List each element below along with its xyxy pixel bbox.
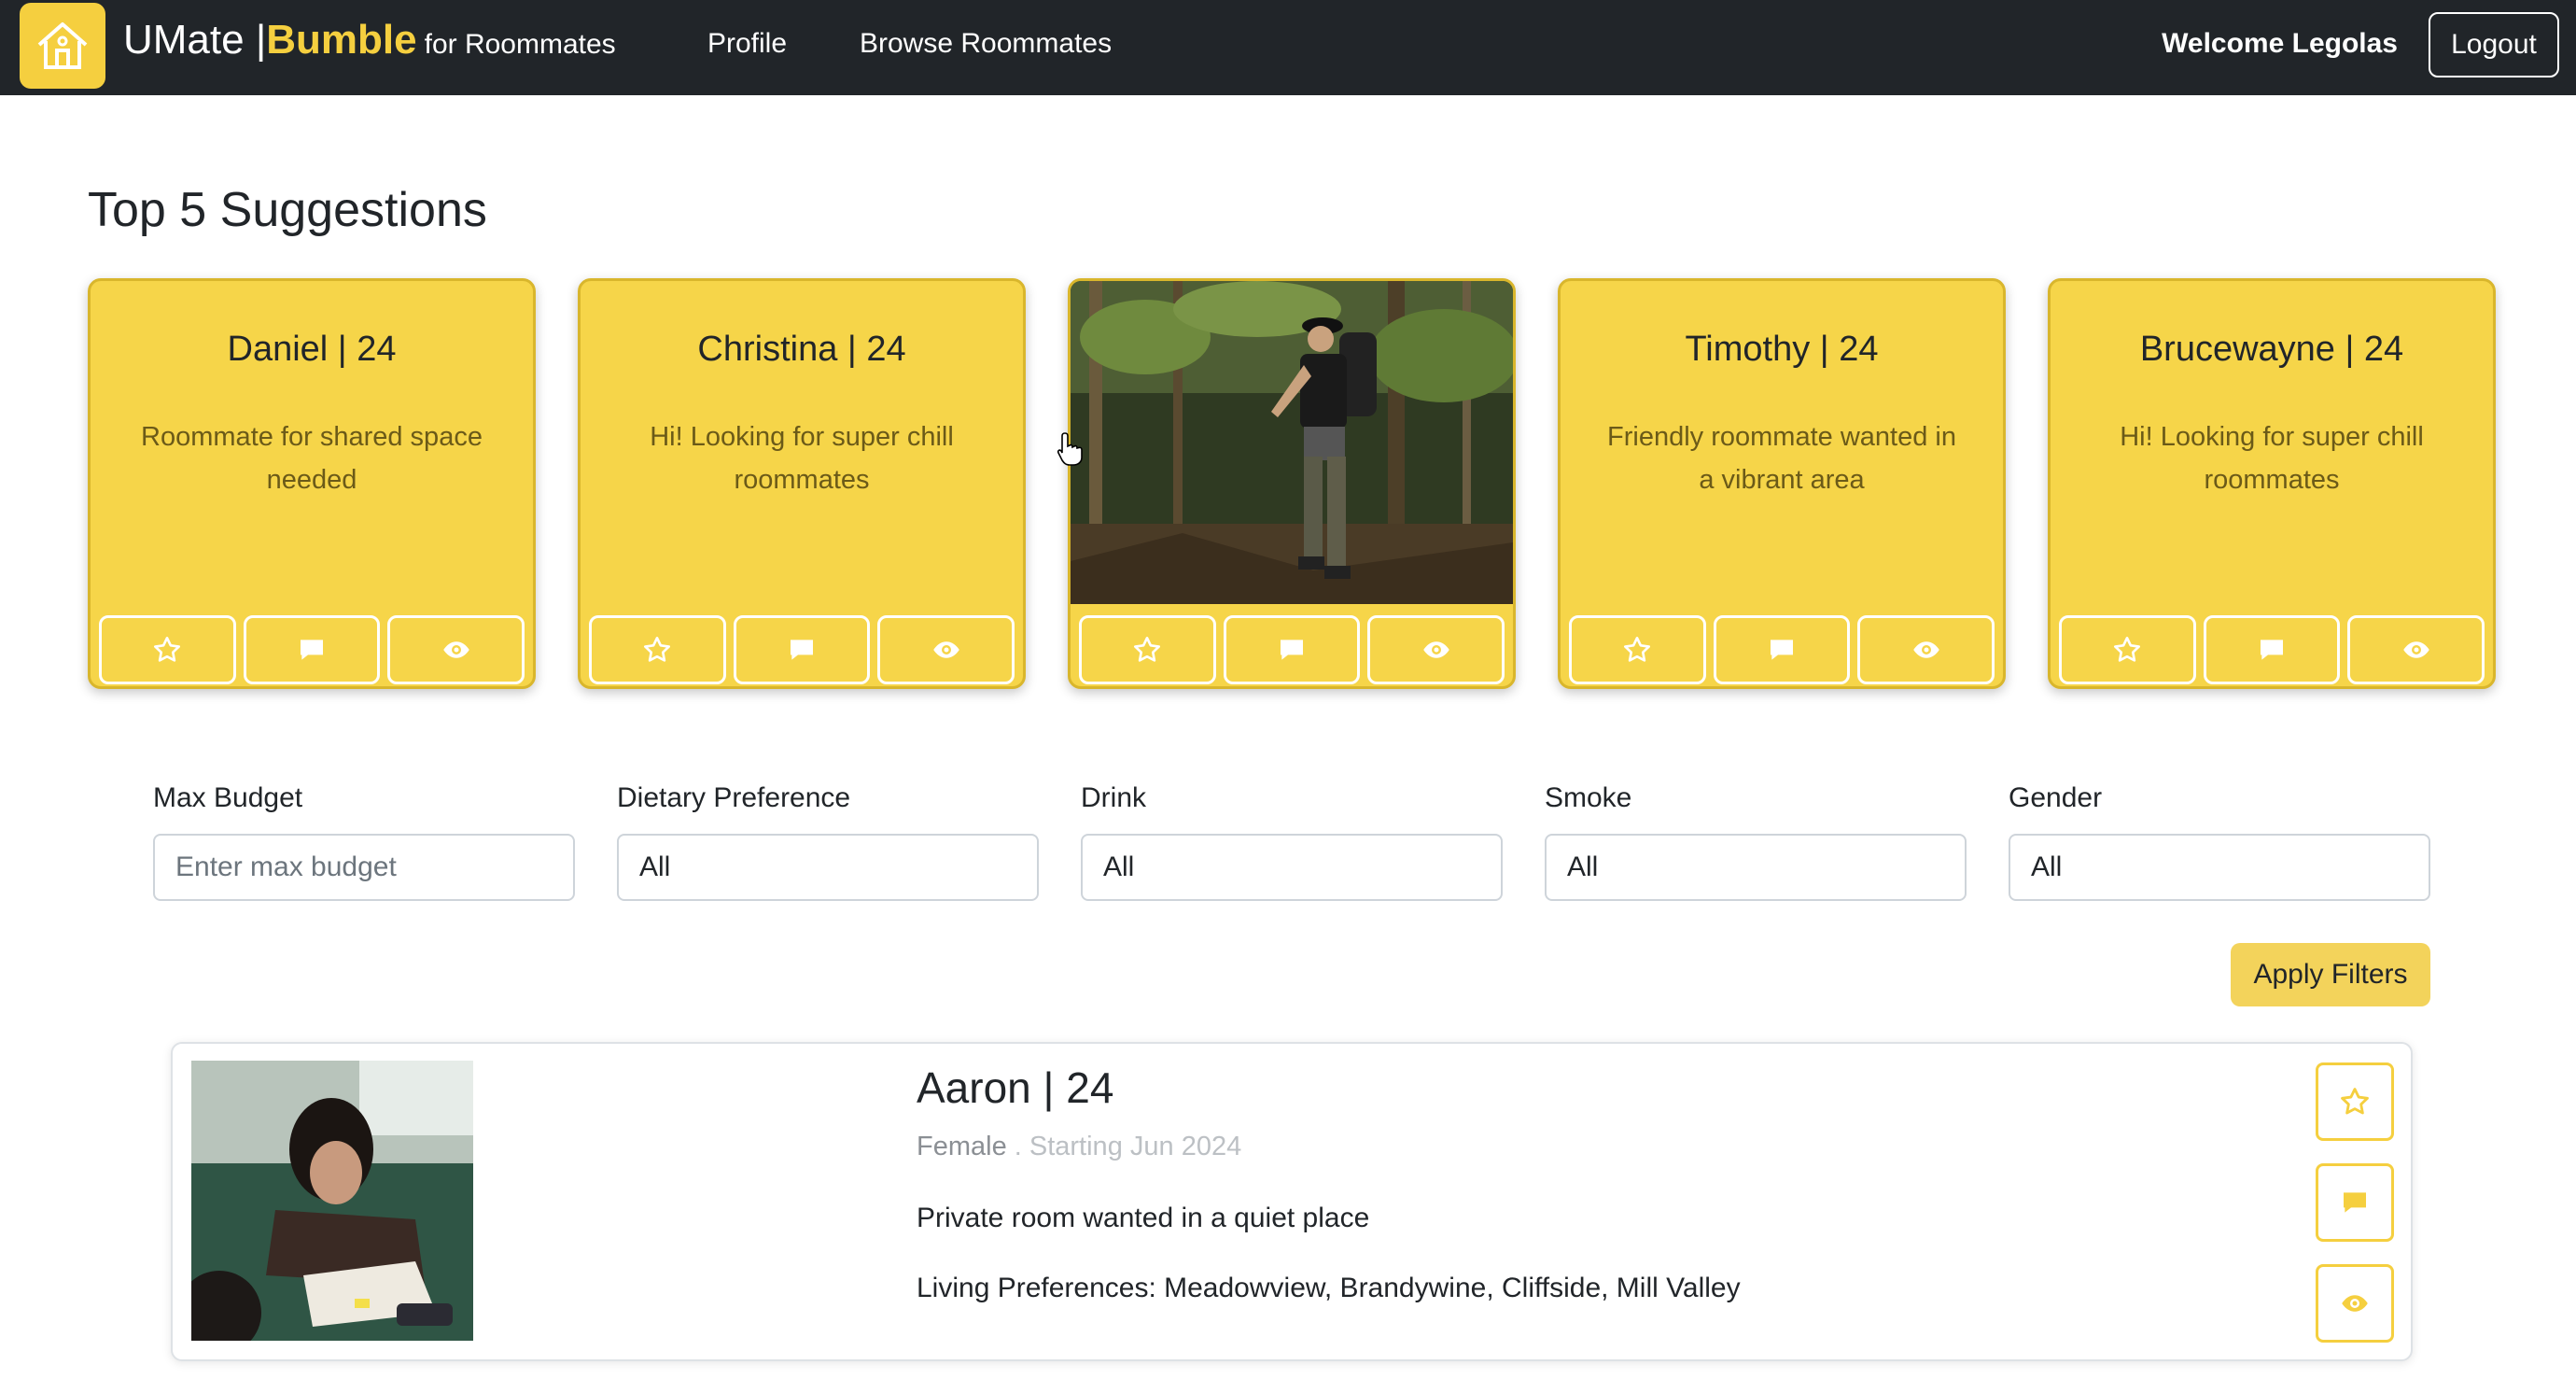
navbar: UMate | Bumble for Roommates Profile Bro… [0, 0, 2576, 95]
star-icon [1134, 637, 1161, 662]
view-profile-button[interactable] [2347, 615, 2485, 684]
card-bio: Friendly roommate wanted in a vibrant ar… [1607, 422, 1956, 495]
apply-filters-button[interactable]: Apply Filters [2231, 943, 2430, 1006]
suggestion-card[interactable] [1068, 278, 1516, 689]
card-name: Timothy | 24 [1685, 330, 1879, 369]
message-button[interactable] [2203, 615, 2341, 684]
favorite-button[interactable] [2059, 615, 2196, 684]
card-bio: Hi! Looking for super chill roommates [650, 422, 954, 495]
view-profile-button[interactable] [877, 615, 1015, 684]
max-budget-label: Max Budget [153, 782, 303, 813]
roommate-list-item: Aaron | 24 Female . Starting Jun 2024 Pr… [171, 1042, 2413, 1361]
card-actions [99, 615, 525, 684]
favorite-button[interactable] [1569, 615, 1706, 684]
suggestion-card[interactable]: Brucewayne | 24 Hi! Looking for super ch… [2048, 278, 2496, 689]
brand-main: UMate | [123, 17, 267, 63]
suggestions-title: Top 5 Suggestions [88, 183, 487, 237]
view-profile-button[interactable] [1857, 615, 1995, 684]
dietary-preference-label: Dietary Preference [617, 782, 851, 813]
eye-icon [932, 641, 959, 658]
chat-icon [1771, 640, 1793, 660]
smoke-label: Smoke [1545, 782, 1632, 813]
nav-profile-link[interactable]: Profile [707, 28, 787, 60]
gender-select[interactable]: All [2009, 834, 2430, 901]
drink-select[interactable]: All [1081, 834, 1503, 901]
star-icon [1624, 637, 1651, 662]
star-icon [154, 637, 181, 662]
card-name: Brucewayne | 24 [2139, 330, 2404, 369]
welcome-text: Welcome Legolas [2162, 28, 2398, 59]
result-meta: Female . Starting Jun 2024 [917, 1132, 1241, 1162]
result-start-date: . Starting Jun 2024 [1006, 1132, 1242, 1161]
eye-icon [1422, 641, 1449, 658]
card-actions [2059, 615, 2485, 684]
brand-suffix: for Roommates [424, 29, 616, 60]
brand-title[interactable]: UMate | Bumble for Roommates [123, 17, 616, 73]
card-bio: Roommate for shared space needed [141, 422, 483, 495]
message-button[interactable] [1223, 615, 1361, 684]
card-bio: Hi! Looking for super chill roommates [2120, 422, 2424, 495]
chat-icon [1281, 640, 1303, 660]
hiker-in-forest-photo [1071, 281, 1513, 604]
favorite-button[interactable] [589, 615, 726, 684]
chat-icon [2344, 1192, 2366, 1213]
drink-label: Drink [1081, 782, 1147, 813]
suggestion-card[interactable]: Timothy | 24 Friendly roommate wanted in… [1558, 278, 2006, 689]
star-icon [2114, 637, 2141, 662]
gender-label: Gender [2009, 782, 2103, 813]
suggestion-card[interactable]: Christina | 24 Hi! Looking for super chi… [578, 278, 1026, 689]
card-name: Daniel | 24 [227, 330, 397, 369]
favorite-button[interactable] [2316, 1062, 2394, 1141]
eye-icon [1912, 641, 1939, 658]
result-bio: Private room wanted in a quiet place [917, 1203, 1370, 1233]
message-button[interactable] [733, 615, 871, 684]
result-gender: Female [917, 1132, 1007, 1161]
home-logo-icon[interactable] [20, 3, 105, 89]
logout-button[interactable]: Logout [2429, 12, 2559, 77]
view-profile-button[interactable] [2316, 1264, 2394, 1343]
favorite-button[interactable] [99, 615, 236, 684]
result-living-preferences: Living Preferences: Meadowview, Brandywi… [917, 1273, 1741, 1303]
favorite-button[interactable] [1079, 615, 1216, 684]
eye-icon [2402, 641, 2429, 658]
brand-accent: Bumble [266, 17, 417, 63]
card-name: Christina | 24 [697, 330, 906, 369]
smoke-select[interactable]: All [1545, 834, 1967, 901]
card-actions [1569, 615, 1995, 684]
result-name: Aaron | 24 [917, 1063, 1114, 1112]
eye-icon [442, 641, 469, 658]
star-icon [644, 637, 671, 662]
eye-icon [2342, 1295, 2368, 1312]
hand-cursor-icon [1057, 432, 1083, 466]
chat-icon [791, 640, 813, 660]
suggestion-card[interactable]: Daniel | 24 Roommate for shared space ne… [88, 278, 536, 689]
message-button[interactable] [1713, 615, 1851, 684]
max-budget-input[interactable]: Enter max budget [153, 834, 575, 901]
card-actions [589, 615, 1015, 684]
message-button[interactable] [243, 615, 381, 684]
star-icon [2341, 1088, 2369, 1115]
chat-icon [2261, 640, 2283, 660]
card-actions [1079, 615, 1505, 684]
profile-photo [191, 1061, 473, 1341]
nav-browse-roommates-link[interactable]: Browse Roommates [860, 28, 1112, 60]
message-button[interactable] [2316, 1163, 2394, 1242]
dietary-preference-select[interactable]: All [617, 834, 1039, 901]
view-profile-button[interactable] [387, 615, 525, 684]
view-profile-button[interactable] [1367, 615, 1505, 684]
chat-icon [301, 640, 323, 660]
